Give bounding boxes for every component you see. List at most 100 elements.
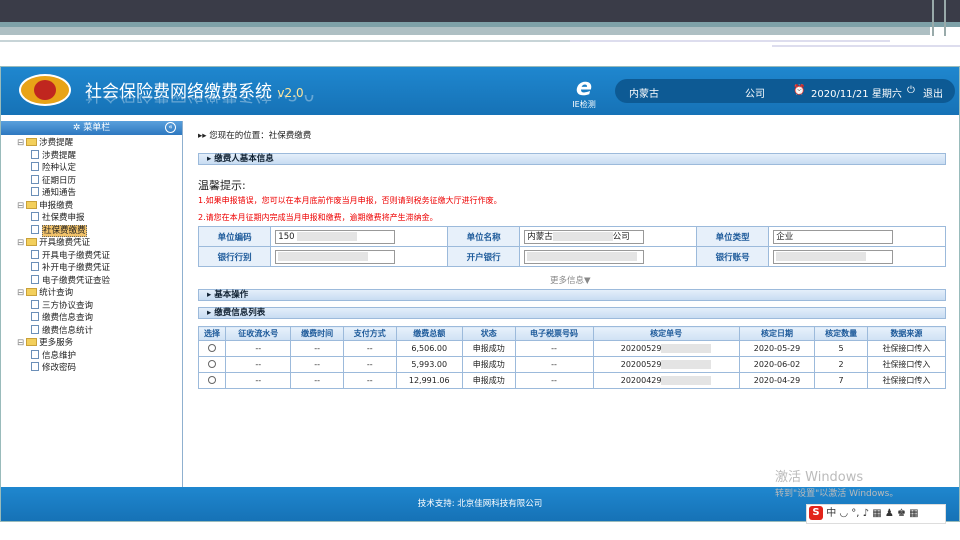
menu-item[interactable]: 三方协议查询 <box>17 299 182 313</box>
table-cell: 20200529 <box>592 340 740 357</box>
table-cell: 申报成功 <box>461 372 516 389</box>
warning-line-1: 1.如果申报错误，您可以在本月底前作废当月申报，否则请到税务征缴大厅进行作废。 <box>198 196 502 205</box>
unit-code-field[interactable]: 150 <box>275 229 396 244</box>
unit-name-label: 单位名称 <box>446 226 521 247</box>
bank-branch-field[interactable] <box>275 249 396 264</box>
unit-type-field[interactable]: 企业 <box>773 229 894 244</box>
table-cell: -- <box>225 356 292 373</box>
table-cell: 申报成功 <box>461 356 516 373</box>
menu-group[interactable]: 涉费提醒 <box>17 137 182 150</box>
menu-item[interactable]: 修改密码 <box>17 362 182 375</box>
row-select-radio[interactable] <box>197 372 227 389</box>
menu-item[interactable]: 缴费信息统计 <box>17 324 182 338</box>
collapse-sidebar-icon[interactable]: « <box>165 122 176 133</box>
column-header: 状态 <box>461 326 516 341</box>
document-icon <box>31 174 39 184</box>
sidebar-header: ✲ 菜单栏 « <box>1 121 182 135</box>
menu-item[interactable]: 开具电子缴费凭证 <box>17 249 182 263</box>
column-header: 选择 <box>197 326 227 341</box>
document-icon <box>31 187 39 196</box>
section-payment-list[interactable]: ▸ 缴费信息列表 <box>198 307 946 319</box>
menu-item[interactable]: 征期日历 <box>17 174 182 188</box>
menu-item[interactable]: 缴费信息查询 <box>17 312 182 325</box>
table-cell: -- <box>342 372 397 389</box>
gear-icon: ✲ <box>72 123 81 133</box>
table-cell: -- <box>342 356 397 373</box>
document-icon <box>31 149 39 159</box>
logout-link[interactable]: 退出 <box>923 85 943 100</box>
slide-line <box>0 40 570 42</box>
bank-branch-label: 银行行别 <box>197 246 272 267</box>
menu-item[interactable]: 信息维护 <box>17 349 182 363</box>
folder-icon <box>26 200 38 209</box>
table-cell: 5,993.00 <box>395 356 463 373</box>
menu-item[interactable]: 涉费提醒 <box>17 149 182 163</box>
row-select-radio[interactable] <box>197 340 227 357</box>
column-header: 电子税票号码 <box>514 326 594 341</box>
table-cell: -- <box>290 340 344 357</box>
document-icon <box>31 262 39 271</box>
column-header: 核定日期 <box>738 326 816 341</box>
document-icon <box>31 312 39 321</box>
menu-item[interactable]: 社保费缴费 <box>17 224 182 238</box>
document-icon <box>31 299 39 309</box>
menu-item[interactable]: 电子缴费凭证查验 <box>17 274 182 288</box>
open-bank-label: 开户银行 <box>446 246 521 267</box>
user-info-bar: 内蒙古 公司 ⏰ 2020/11/21 星期六 ⏻ 退出 <box>615 79 955 103</box>
table-cell: 社保接口传入 <box>866 340 947 357</box>
menu-item[interactable]: 社保费申报 <box>17 212 182 225</box>
app-title-reflection: 社会保险费网络缴费系统 v2.0 <box>85 95 315 109</box>
radio-button[interactable] <box>208 359 217 368</box>
menu-group[interactable]: 申报缴费 <box>17 200 182 213</box>
table-cell: 7 <box>814 372 868 389</box>
menu-item[interactable]: 通知通告 <box>17 187 182 200</box>
document-icon <box>31 212 39 221</box>
row-select-radio[interactable] <box>197 356 227 373</box>
column-header: 缴费总额 <box>395 326 463 341</box>
windows-activation-hint: 转到"设置"以激活 Windows。 <box>775 489 899 499</box>
column-header: 核定数量 <box>814 326 868 341</box>
column-header: 缴费时间 <box>290 326 344 341</box>
document-icon <box>31 349 39 359</box>
section-basic-info[interactable]: ▸ 缴费人基本信息 <box>198 153 946 165</box>
region-label: 内蒙古 <box>629 89 659 100</box>
table-row[interactable]: -- -- -- 5,993.00 申报成功 -- 20200529 2020-06-02 2 社… <box>197 356 947 373</box>
table-cell: -- <box>514 356 594 373</box>
ime-toolbar[interactable]: S 中 ◡ °, ♪ ▦ ♟ ♚ ▦ <box>806 504 946 524</box>
ie-check-button[interactable]: e IE检测 <box>567 75 601 111</box>
table-cell: 6,506.00 <box>395 340 463 357</box>
column-header: 核定单号 <box>592 326 740 341</box>
radio-button[interactable] <box>208 375 217 384</box>
menu-group[interactable]: 统计查询 <box>17 287 182 300</box>
slide-corner-decoration <box>932 0 946 36</box>
unit-name-field[interactable]: 内蒙古 公司 <box>524 229 645 244</box>
column-header: 征收流水号 <box>225 326 292 341</box>
table-cell: 2020-06-02 <box>738 356 816 373</box>
sidebar-title: 菜单栏 <box>83 123 111 133</box>
table-cell: 2020-04-29 <box>738 372 816 389</box>
table-row[interactable]: -- -- -- 6,506.00 申报成功 -- 20200529 2020-05-29 5 社… <box>197 340 947 357</box>
radio-button[interactable] <box>208 343 217 352</box>
menu-tree: 涉费提醒涉费提醒险种认定征期日历通知通告申报缴费社保费申报社保费缴费开具缴费凭证… <box>1 135 182 375</box>
alarm-clock-icon: ⏰ <box>793 85 806 96</box>
document-icon <box>31 324 39 334</box>
table-cell: -- <box>342 340 397 357</box>
table-row[interactable]: -- -- -- 12,991.06 申报成功 -- 20200429 2020-04-29 7… <box>197 372 947 389</box>
table-cell: -- <box>290 372 344 389</box>
warm-tip-title: 温馨提示: <box>198 179 246 192</box>
bank-account-field[interactable] <box>773 249 894 264</box>
menu-item[interactable]: 险种认定 <box>17 162 182 175</box>
more-info-link[interactable]: 更多信息▼ <box>550 274 591 286</box>
folder-icon <box>26 338 38 346</box>
power-icon[interactable]: ⏻ <box>907 85 915 96</box>
open-bank-field[interactable] <box>524 249 645 264</box>
table-cell: 2 <box>814 356 868 373</box>
folder-icon <box>26 288 38 296</box>
table-cell: -- <box>514 372 594 389</box>
table-cell: 社保接口传入 <box>866 356 947 373</box>
table-cell: 20200429 <box>592 372 740 389</box>
menu-group[interactable]: 更多服务 <box>17 337 182 350</box>
menu-item[interactable]: 补开电子缴费凭证 <box>17 262 182 275</box>
menu-group[interactable]: 开具缴费凭证 <box>17 237 182 250</box>
section-basic-ops[interactable]: ▸ 基本操作 <box>198 289 946 301</box>
